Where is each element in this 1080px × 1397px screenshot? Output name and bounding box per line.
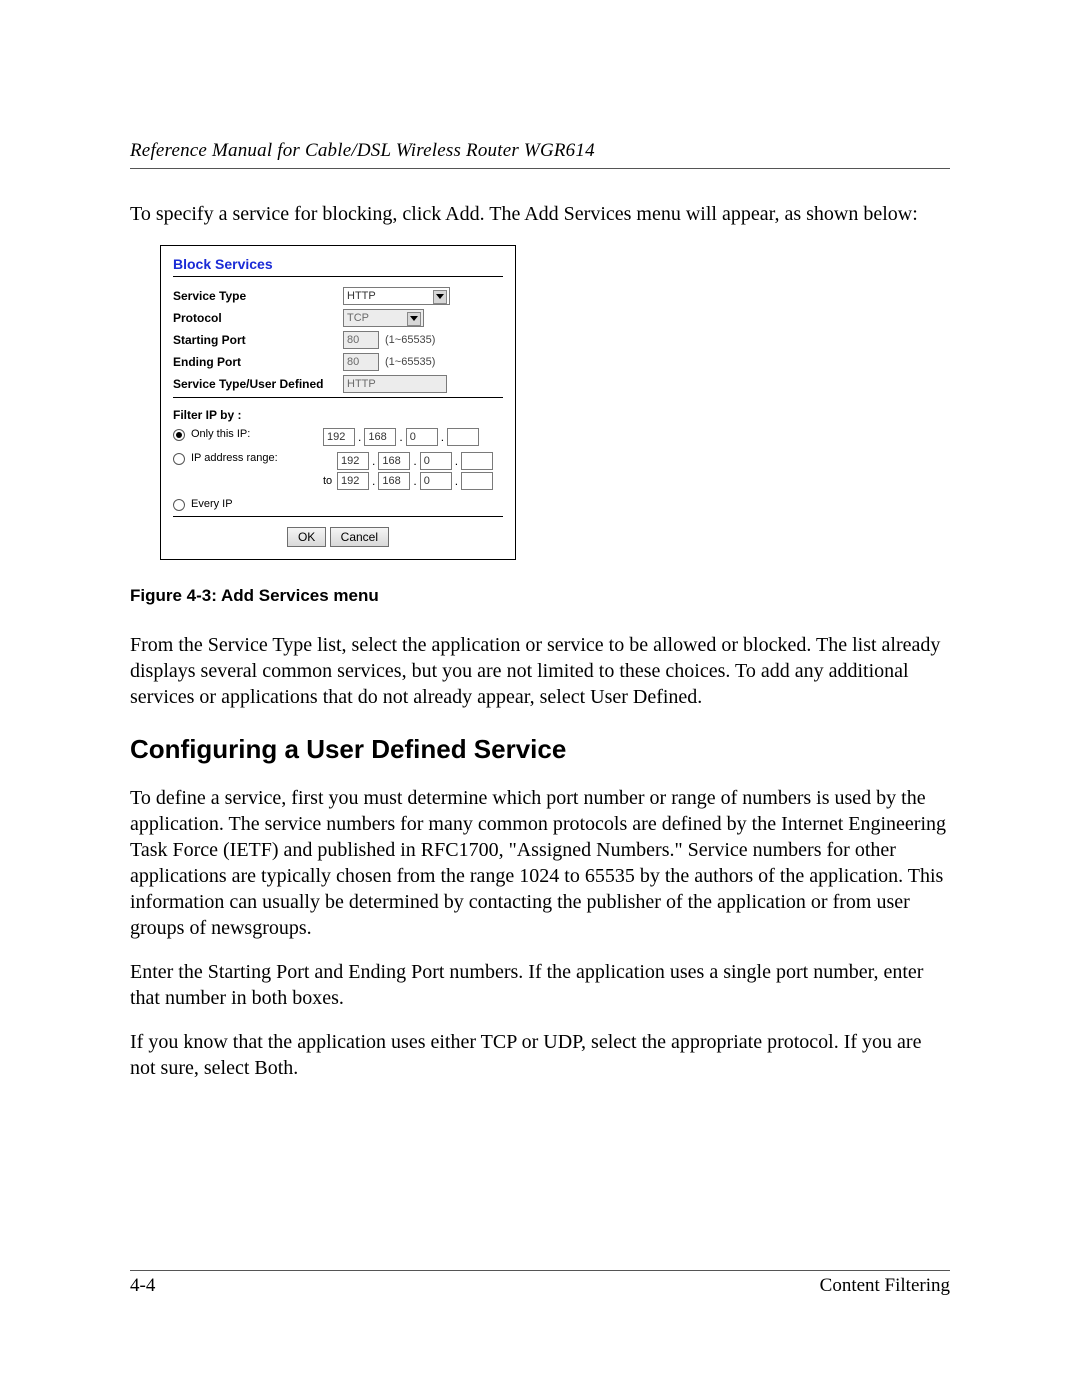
filter-only-ip-row: Only this IP: 192. 168. 0. [173,428,503,446]
label-filter-by: Filter IP by : [173,408,503,422]
ok-button[interactable]: OK [287,527,326,547]
service-type-select[interactable]: HTTP [343,287,450,305]
label-service-type: Service Type [173,289,343,303]
radio-ip-range[interactable] [173,453,185,465]
radio-only-ip[interactable] [173,429,185,441]
cancel-button[interactable]: Cancel [330,527,389,547]
range-from-inputs: 192. 168. 0. [337,452,493,470]
range-to-inputs: 192. 168. 0. [337,472,493,490]
ending-port-input[interactable]: 80 [343,353,379,371]
ip-octet[interactable]: 0 [420,472,452,490]
label-to: to [323,475,337,487]
label-ip-range: IP address range: [191,452,278,464]
label-every-ip: Every IP [191,498,233,510]
ip-octet[interactable]: 192 [323,428,355,446]
label-starting-port: Starting Port [173,333,343,347]
section-heading: Configuring a User Defined Service [130,734,950,765]
ip-octet[interactable]: 0 [406,428,438,446]
filter-every-ip-row: Every IP [173,498,503,510]
divider [173,276,503,277]
page-footer: 4-4 Content Filtering [130,1270,950,1297]
ip-octet[interactable]: 192 [337,452,369,470]
footer-section: Content Filtering [820,1275,950,1297]
page-number: 4-4 [130,1275,155,1297]
ip-octet[interactable]: 168 [364,428,396,446]
section-paragraph-1: To define a service, first you must dete… [130,785,950,941]
port-range-hint: (1~65535) [385,334,435,346]
paragraph-after-figure: From the Service Type list, select the a… [130,632,950,710]
ip-octet[interactable]: 168 [378,472,410,490]
dialog-title: Block Services [173,256,503,272]
port-range-hint-2: (1~65535) [385,356,435,368]
ip-octet[interactable] [461,452,493,470]
label-only-ip: Only this IP: [191,428,250,440]
ip-octet[interactable]: 168 [378,452,410,470]
divider [173,516,503,517]
only-ip-inputs: 192. 168. 0. [323,428,479,446]
divider [173,397,503,398]
starting-port-input[interactable]: 80 [343,331,379,349]
label-user-defined: Service Type/User Defined [173,377,343,391]
ip-octet[interactable] [461,472,493,490]
block-services-dialog: Block Services Service Type HTTP Protoco… [160,245,516,560]
figure-caption: Figure 4-3: Add Services menu [130,586,950,606]
radio-every-ip[interactable] [173,499,185,511]
section-paragraph-2: Enter the Starting Port and Ending Port … [130,959,950,1011]
filter-ip-range-row: IP address range: 192. 168. 0. to 192. [173,452,503,492]
page: Reference Manual for Cable/DSL Wireless … [0,0,1080,1397]
ip-octet[interactable]: 192 [337,472,369,490]
ip-octet[interactable] [447,428,479,446]
section-paragraph-3: If you know that the application uses ei… [130,1029,950,1081]
user-defined-input[interactable]: HTTP [343,375,447,393]
label-ending-port: Ending Port [173,355,343,369]
running-header: Reference Manual for Cable/DSL Wireless … [130,140,950,169]
ip-octet[interactable]: 0 [420,452,452,470]
label-protocol: Protocol [173,311,343,325]
dialog-button-row: OK Cancel [173,527,503,547]
protocol-select[interactable]: TCP [343,309,424,327]
intro-paragraph: To specify a service for blocking, click… [130,201,950,227]
